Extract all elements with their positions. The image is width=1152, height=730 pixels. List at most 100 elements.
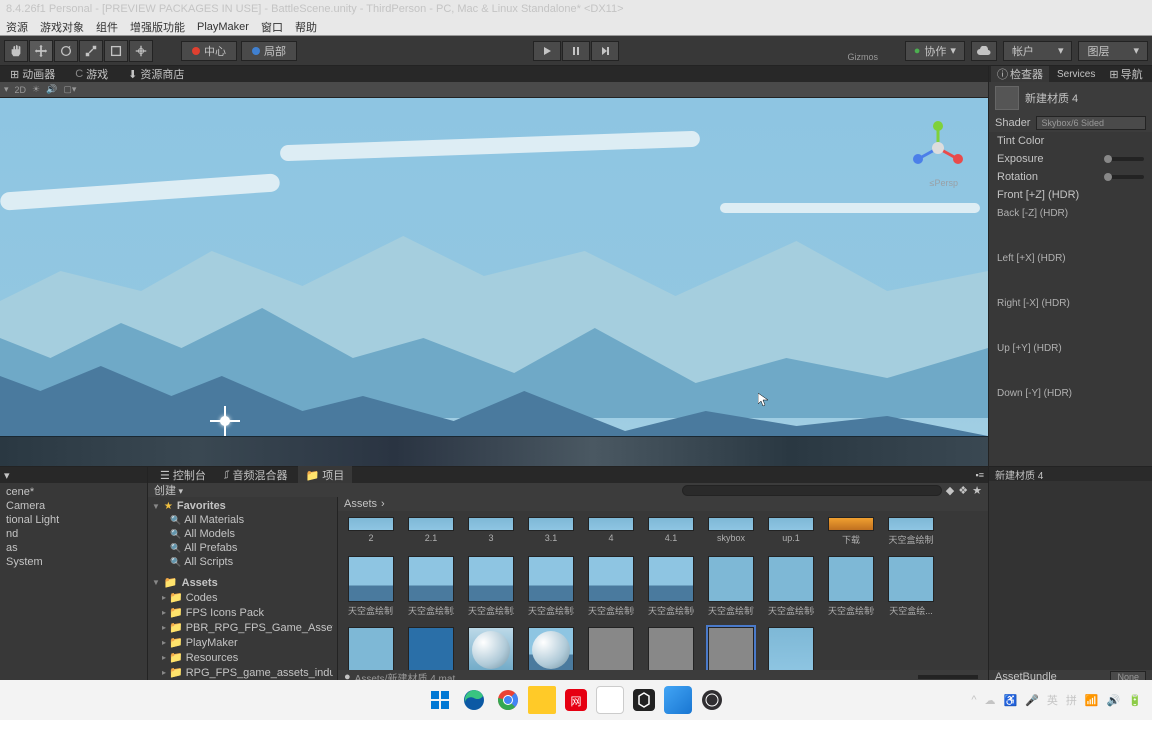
step-button[interactable] (591, 41, 619, 61)
start-button[interactable] (426, 686, 454, 714)
layers-dropdown[interactable]: 图层▾ (1078, 41, 1148, 61)
rotate-tool[interactable] (54, 40, 78, 62)
account-dropdown[interactable]: 帐户▾ (1003, 41, 1073, 61)
asset-item[interactable]: 3 (468, 517, 514, 546)
pivot-local-button[interactable]: 局部 (241, 41, 297, 61)
folder-item[interactable]: ▸📁Codes (152, 590, 333, 605)
rotation-row[interactable]: Rotation (989, 168, 1152, 186)
pause-button[interactable] (562, 41, 590, 61)
asset-item[interactable]: 天空盒绘制2 (408, 556, 454, 617)
explorer-icon[interactable] (528, 686, 556, 714)
folder-item[interactable]: ▸📁RPG_FPS_game_assets_industri (152, 665, 333, 680)
tab-project[interactable]: 📁项目 (298, 466, 353, 484)
edge-icon[interactable] (460, 686, 488, 714)
asset-item[interactable]: 下载 (828, 517, 874, 546)
hierarchy-item[interactable]: as (4, 541, 143, 555)
hierarchy-item[interactable]: nd (4, 527, 143, 541)
asset-item[interactable]: 新建材质 2 (588, 627, 634, 670)
filter-icon[interactable]: ❖ (958, 484, 968, 497)
hierarchy-item[interactable]: System (4, 555, 143, 569)
scene-viewport[interactable]: ≤Persp (0, 98, 988, 466)
asset-item[interactable]: 天空盒绘制9 (828, 556, 874, 617)
fav-prefabs[interactable]: 🔍All Prefabs (152, 541, 333, 555)
folder-item[interactable]: ▸📁PlayMaker (152, 635, 333, 650)
scale-tool[interactable] (79, 40, 103, 62)
tray-accessibility-icon[interactable]: ♿ (1003, 694, 1017, 707)
chrome-icon[interactable] (494, 686, 522, 714)
asset-item[interactable]: 4 (588, 517, 634, 546)
asset-item[interactable]: skybox (708, 517, 754, 546)
asset-item[interactable]: 顶 (768, 627, 814, 670)
create-dropdown[interactable]: 创建 ▾ (154, 482, 183, 498)
asset-item[interactable]: 天空盒绘制 1 (348, 556, 394, 617)
tray-battery-icon[interactable]: 🔋 (1128, 694, 1142, 707)
mode-2d-toggle[interactable]: 2D (15, 85, 27, 95)
menu-gameobject[interactable]: 游戏对象 (40, 19, 84, 35)
hierarchy-item[interactable]: Camera (4, 499, 143, 513)
tray-mic-icon[interactable]: 🎤 (1025, 694, 1039, 707)
menu-help[interactable]: 帮助 (295, 19, 317, 35)
shaded-dropdown[interactable]: ▾ (4, 84, 9, 95)
shader-dropdown[interactable]: Skybox/6 Sided (1036, 116, 1146, 130)
pivot-center-button[interactable]: 中心 (181, 41, 237, 61)
thumbnail-size-slider[interactable] (918, 675, 978, 679)
front-slot[interactable]: Front [+Z] (HDR) (989, 186, 1152, 204)
asset-item[interactable]: up.1 (768, 517, 814, 546)
tab-mixer[interactable]: ⎎音频混合器 (216, 466, 296, 484)
star-filter-icon[interactable]: ★ (972, 484, 982, 497)
fav-scripts[interactable]: 🔍All Scripts (152, 555, 333, 569)
back-slot[interactable]: Back [-Z] (HDR) (989, 204, 1152, 249)
unity-icon[interactable] (630, 686, 658, 714)
hierarchy-item[interactable]: tional Light (4, 513, 143, 527)
right-slot[interactable]: Right [-X] (HDR) (989, 294, 1152, 339)
folder-item[interactable]: ▸📁Resources (152, 650, 333, 665)
rotation-slider[interactable] (1104, 175, 1144, 179)
exposure-row[interactable]: Exposure (989, 150, 1152, 168)
asset-item[interactable]: 2.1 (408, 517, 454, 546)
exposure-slider[interactable] (1104, 157, 1144, 161)
asset-item[interactable]: 天空盒绘制3 (528, 556, 574, 617)
perspective-label[interactable]: ≤Persp (930, 178, 958, 188)
play-button[interactable] (533, 41, 561, 61)
gizmos-dropdown[interactable]: Gizmos (847, 52, 878, 62)
assets-root[interactable]: ▼📁Assets (152, 575, 333, 590)
asset-item[interactable]: 天空盒绘制7 (708, 556, 754, 617)
cloud-button[interactable] (971, 41, 997, 61)
light-toggle[interactable]: ☀ (32, 84, 40, 95)
tab-animator[interactable]: ⊞动画器 (4, 66, 61, 82)
asset-item[interactable]: 2 (348, 517, 394, 546)
menu-playmaker[interactable]: PlayMaker (197, 21, 249, 33)
material-preview[interactable] (989, 481, 1152, 670)
asset-item[interactable]: 天空盒绘制5 (588, 556, 634, 617)
asset-item[interactable]: 新建材质 4 (708, 627, 754, 670)
fav-models[interactable]: 🔍All Models (152, 527, 333, 541)
menu-assets[interactable]: 资源 (6, 19, 28, 35)
tab-store[interactable]: ⬇资源商店 (122, 66, 190, 82)
down-slot[interactable]: Down [-Y] (HDR) (989, 384, 1152, 429)
tab-game[interactable]: C游戏 (69, 66, 114, 82)
asset-item[interactable]: 新建材质 (468, 627, 514, 670)
transform-tool[interactable] (129, 40, 153, 62)
folder-item[interactable]: ▸📁PBR_RPG_FPS_Game_Assets_ind (152, 620, 333, 635)
ime-lang[interactable]: 英 (1047, 692, 1058, 708)
asset-item[interactable]: 蓝 (408, 627, 454, 670)
tab-inspector[interactable]: ⓘ检查器 (991, 65, 1049, 83)
asset-item[interactable]: 天空盒绘... (348, 627, 394, 670)
asset-item[interactable]: 天空盒绘制2 (468, 556, 514, 617)
panel-menu-icon[interactable]: ▪≡ (976, 470, 984, 480)
favorites-root[interactable]: ▼★Favorites (152, 499, 333, 513)
filter-icon[interactable]: ◆ (946, 484, 954, 497)
menu-window[interactable]: 窗口 (261, 19, 283, 35)
directional-light-gizmo[interactable] (210, 406, 240, 436)
asset-item[interactable]: 天空盒绘制8 (768, 556, 814, 617)
collab-dropdown[interactable]: ●协作▾ (905, 41, 965, 61)
rect-tool[interactable] (104, 40, 128, 62)
move-tool[interactable] (29, 40, 53, 62)
search-input[interactable] (682, 485, 942, 496)
fx-toggle[interactable]: ▢▾ (63, 84, 76, 95)
tray-wifi-icon[interactable]: 📶 (1085, 694, 1099, 707)
tray-chevron-icon[interactable]: ^ (971, 694, 976, 706)
asset-item[interactable]: 天空盒绘制6 (648, 556, 694, 617)
app-icon[interactable] (596, 686, 624, 714)
ime-mode[interactable]: 拼 (1066, 692, 1077, 708)
